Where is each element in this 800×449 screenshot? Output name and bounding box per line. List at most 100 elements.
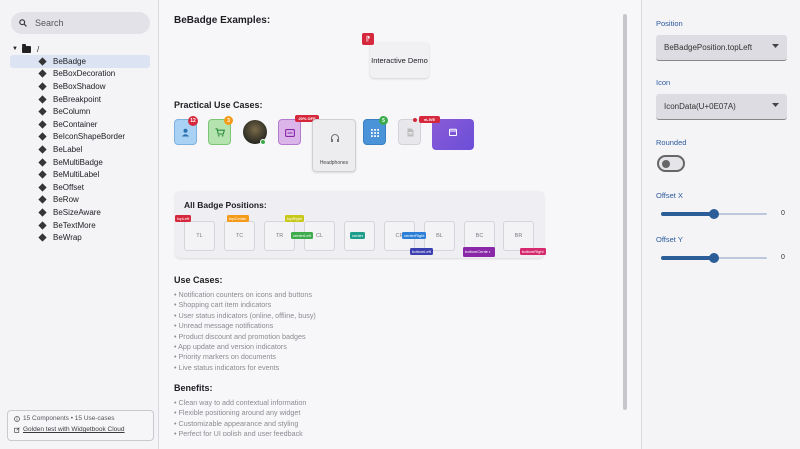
position-label: Position — [656, 19, 683, 28]
sidebar-item-bemultibadge[interactable]: BeMultiBadge — [10, 156, 150, 169]
calendar-icon — [449, 128, 457, 136]
offset-y-label: Offset Y — [656, 235, 683, 244]
component-icon — [38, 195, 47, 204]
component-tree: ▼ / BeBadge BeBoxDecoration BeBoxShadow BeB… — [10, 43, 150, 244]
component-icon — [38, 233, 47, 242]
sidebar-item-label: BeOffset — [53, 182, 84, 192]
widgetbook-cloud-link[interactable]: Golden test with Widgetbook Cloud — [14, 426, 147, 433]
slider-thumb[interactable] — [709, 209, 719, 219]
component-icon — [38, 220, 47, 230]
offset-y-slider[interactable] — [661, 253, 767, 263]
component-icon — [38, 69, 47, 79]
toggle-knob — [662, 160, 670, 168]
list-item: • App update and version indicators — [174, 342, 287, 352]
preview-scrollbar[interactable] — [623, 14, 627, 410]
notification-count-badge: 12 — [188, 116, 198, 126]
component-icon — [38, 82, 47, 91]
sidebar-item-beboxdecoration[interactable]: BeBoxDecoration — [10, 68, 150, 81]
sidebar-item-label: BeBreakpoint — [53, 94, 102, 104]
widgetbook-cloud-link-label: Golden test with Widgetbook Cloud — [23, 426, 125, 433]
positions-title: All Badge Positions: — [184, 200, 267, 210]
component-icon — [38, 157, 47, 167]
tag-bottomleft: bottomLeft — [410, 248, 433, 255]
search-input[interactable]: Search — [11, 12, 150, 34]
search-placeholder: Search — [35, 18, 64, 28]
slider-fill — [661, 256, 714, 260]
interactive-demo-card[interactable]: Interactive Demo — [370, 42, 429, 78]
tag-topright: topRight — [285, 215, 304, 222]
preview-canvas: BeBadge Examples: Interactive Demo ⁋ Pra… — [159, 0, 641, 449]
dropdown-arrow-icon — [772, 103, 779, 107]
online-status-dot — [260, 139, 266, 145]
sidebar-item-becontainer[interactable]: BeContainer — [10, 118, 150, 131]
icon-value: IconData(U+0E07A) — [664, 102, 736, 111]
offset-y-value: 0 — [781, 254, 785, 261]
interactive-demo-label: Interactive Demo — [371, 55, 428, 65]
external-link-icon — [14, 426, 20, 433]
info-icon — [14, 415, 20, 422]
sidebar-item-label: BeLabel — [53, 144, 83, 154]
component-icon — [38, 107, 47, 116]
sidebar-item-label: BeBoxShadow — [53, 81, 106, 91]
tree-root[interactable]: ▼ / — [10, 43, 150, 55]
tag-bottomcenter: bottomCente r — [463, 247, 495, 257]
live-event-card[interactable] — [432, 119, 474, 150]
sidebar-item-bemultilabel[interactable]: BeMultiLabel — [10, 168, 150, 181]
list-item: • Live status indicators for events — [174, 362, 280, 372]
icon-dropdown[interactable]: IconData(U+0E07A) — [656, 94, 787, 120]
headphones-card[interactable]: Headphones — [312, 119, 356, 172]
offset-x-label: Offset X — [656, 191, 683, 200]
icon-label: Icon — [656, 78, 671, 87]
document-card[interactable] — [398, 119, 421, 145]
position-dropdown[interactable]: BeBadgePosition.topLeft — [656, 35, 787, 61]
benefits-title: Benefits: — [174, 383, 213, 393]
list-item: • Customizable appearance and styling — [174, 418, 299, 428]
rounded-toggle[interactable] — [657, 155, 685, 172]
sidebar-item-bewrap[interactable]: BeWrap — [10, 231, 150, 244]
offset-x-slider[interactable] — [661, 209, 767, 219]
slider-fill — [661, 212, 714, 216]
navigation-sidebar: Search ▼ / BeBadge BeBoxDecoration BeBoxSh… — [0, 0, 159, 449]
component-icon — [38, 145, 47, 154]
tag-bottomright: bottomRight — [520, 248, 546, 255]
list-item: • Flexible positioning around any widget — [174, 408, 301, 418]
sidebar-item-belabel[interactable]: BeLabel — [10, 143, 150, 156]
list-item: • Unread message notifications — [174, 321, 274, 331]
sidebar-item-label: BeWrap — [53, 233, 82, 243]
sidebar-item-beoffset[interactable]: BeOffset — [10, 181, 150, 194]
sidebar-item-beiconshapeborder[interactable]: BeIconShapeBorder — [10, 131, 150, 144]
sidebar-item-label: BeContainer — [53, 119, 98, 129]
sidebar-item-label: BeIconShapeBorder — [53, 132, 126, 142]
tag-centerleft: centerLeft — [291, 232, 313, 239]
list-item: • User status indicators (online, offlin… — [174, 310, 316, 320]
dropdown-arrow-icon — [772, 44, 779, 48]
component-icon — [38, 120, 47, 129]
sidebar-item-bebadge[interactable]: BeBadge — [10, 55, 150, 68]
component-icon — [38, 183, 47, 192]
headphones-icon — [330, 133, 340, 142]
sidebar-item-bebreakpoint[interactable]: BeBreakpoint — [10, 93, 150, 106]
product-card[interactable] — [278, 119, 301, 145]
tag-topcenter: topCenter — [227, 215, 249, 222]
sidebar-item-becolumn[interactable]: BeColumn — [10, 105, 150, 118]
position-box-bl: BL — [424, 221, 455, 251]
grid-icon — [371, 129, 379, 137]
sidebar-item-berow[interactable]: BeRow — [10, 194, 150, 207]
search-icon — [19, 19, 27, 27]
sidebar-item-besizeaware[interactable]: BeSizeAware — [10, 206, 150, 219]
list-item: • Notification counters on icons and but… — [174, 290, 312, 299]
sidebar-item-beboxshadow[interactable]: BeBoxShadow — [10, 80, 150, 93]
badge-positions-panel: All Badge Positions: TL TC TR CL C CR BL… — [175, 191, 546, 258]
priority-marker — [413, 118, 417, 122]
sidebar-item-betextmore[interactable]: BeTextMore — [10, 219, 150, 232]
update-count-badge: 5 — [379, 116, 388, 125]
folder-icon — [22, 43, 31, 53]
component-icon — [38, 208, 47, 217]
use-cases-list: • Notification counters on icons and but… — [174, 290, 316, 373]
sidebar-item-label: BeMultiBadge — [53, 157, 103, 167]
list-item: • Perfect for UI polish and user feedbac… — [174, 429, 303, 436]
position-box-tc: TC — [224, 221, 255, 251]
knobs-panel: Position BeBadgePosition.topLeft Icon Ic… — [641, 0, 800, 449]
slider-thumb[interactable] — [709, 253, 719, 263]
page-title: BeBadge Examples: — [174, 15, 271, 26]
